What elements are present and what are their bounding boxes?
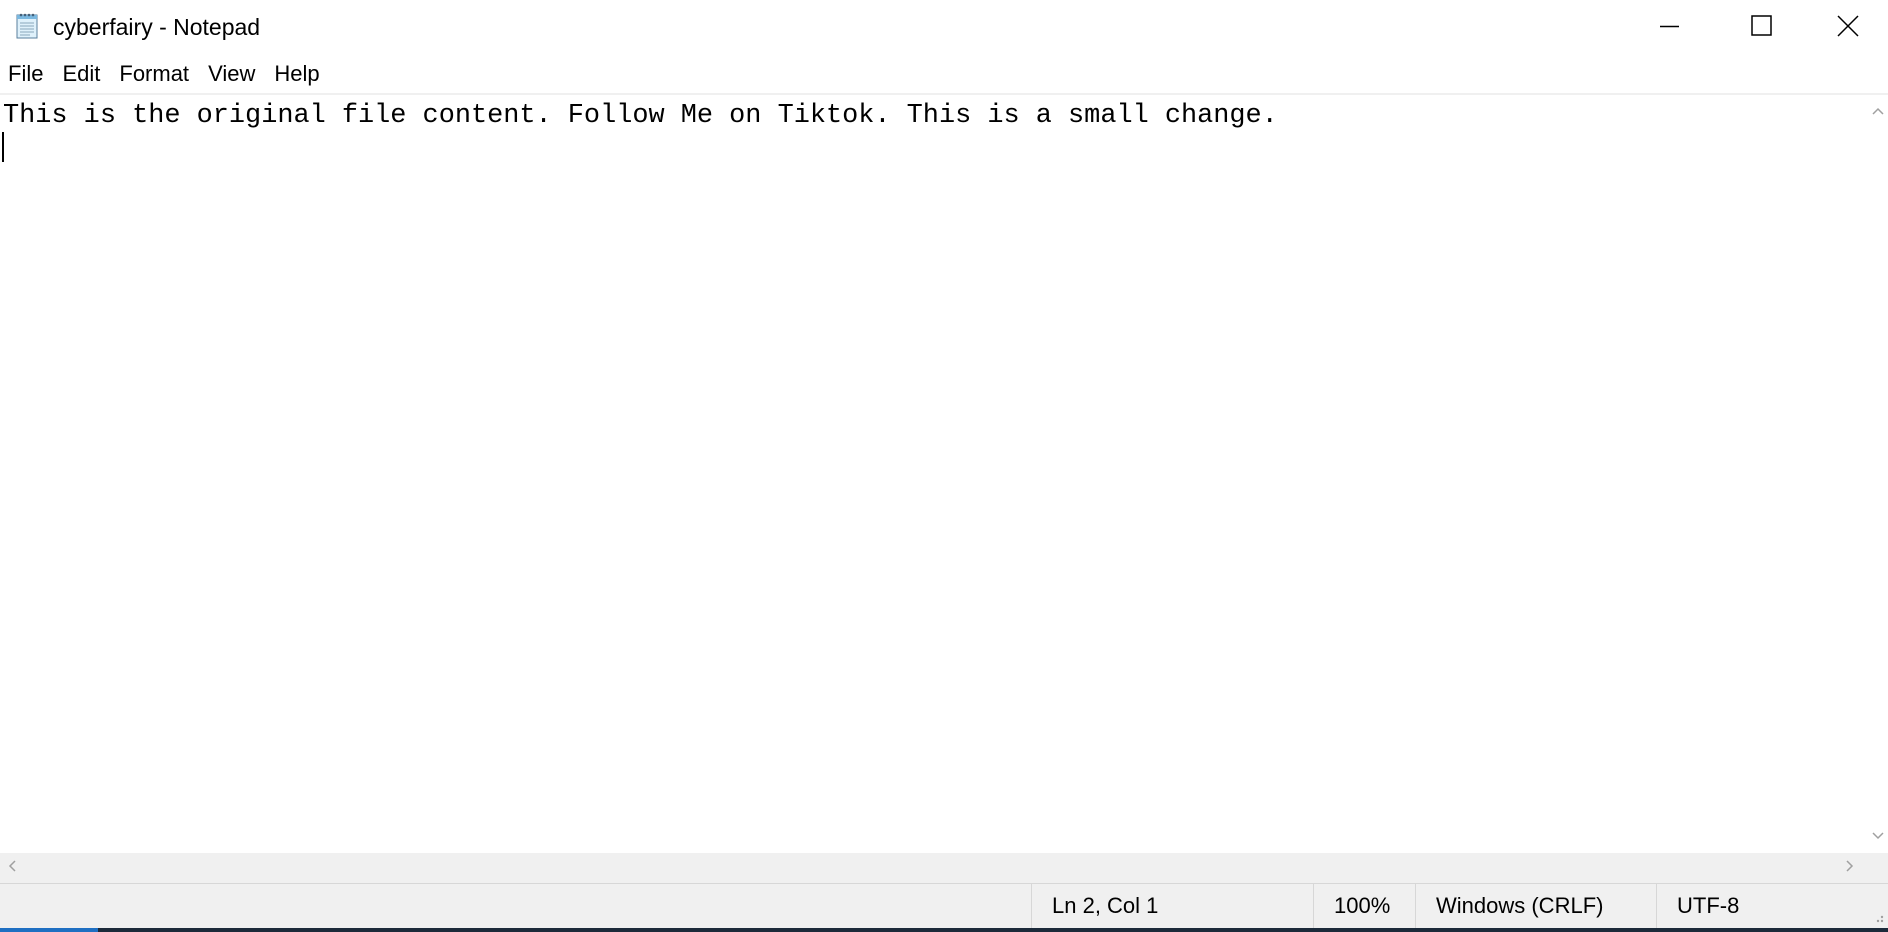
chevron-right-icon (1845, 859, 1855, 878)
menu-file[interactable]: File (0, 56, 54, 92)
menu-help[interactable]: Help (266, 56, 330, 92)
menu-divider (0, 93, 1888, 95)
taskbar-edge (0, 928, 1888, 932)
scroll-right-button[interactable] (1840, 858, 1860, 878)
status-encoding: UTF-8 (1656, 884, 1888, 928)
scroll-left-button[interactable] (2, 858, 22, 878)
menu-edit[interactable]: Edit (54, 56, 111, 92)
status-zoom: 100% (1313, 884, 1415, 928)
maximize-button[interactable] (1716, 0, 1808, 52)
status-bar: Ln 2, Col 1 100% Windows (CRLF) UTF-8 (0, 883, 1888, 928)
resize-grip-icon[interactable] (1866, 905, 1886, 925)
horizontal-scrollbar[interactable] (0, 853, 1868, 883)
scroll-up-button[interactable] (1868, 102, 1888, 122)
menu-view[interactable]: View (200, 56, 266, 92)
notepad-icon[interactable] (12, 11, 42, 41)
editor-content[interactable]: This is the original file content. Follo… (3, 100, 1278, 132)
minimize-icon (1660, 16, 1680, 36)
notepad-window: cyberfairy - Notepad File Edit Format Vi… (0, 0, 1888, 932)
menu-format[interactable]: Format (111, 56, 200, 92)
status-cursor-position: Ln 2, Col 1 (1031, 884, 1313, 928)
close-icon (1837, 15, 1859, 37)
menu-bar: File Edit Format View Help (0, 56, 1888, 92)
close-button[interactable] (1808, 0, 1888, 52)
chevron-left-icon (7, 859, 17, 878)
window-title: cyberfairy - Notepad (53, 14, 261, 40)
title-bar[interactable]: cyberfairy - Notepad (0, 0, 1888, 52)
minimize-button[interactable] (1624, 0, 1716, 52)
vertical-scrollbar[interactable] (1868, 96, 1888, 853)
chevron-up-icon (1871, 103, 1885, 121)
text-editor[interactable]: This is the original file content. Follo… (0, 96, 1868, 853)
chevron-down-icon (1871, 828, 1885, 846)
scroll-down-button[interactable] (1868, 827, 1888, 847)
text-caret (2, 132, 4, 162)
taskbar-accent (0, 928, 98, 932)
scrollbar-corner (1868, 853, 1888, 883)
maximize-icon (1751, 15, 1773, 37)
status-line-endings: Windows (CRLF) (1415, 884, 1656, 928)
